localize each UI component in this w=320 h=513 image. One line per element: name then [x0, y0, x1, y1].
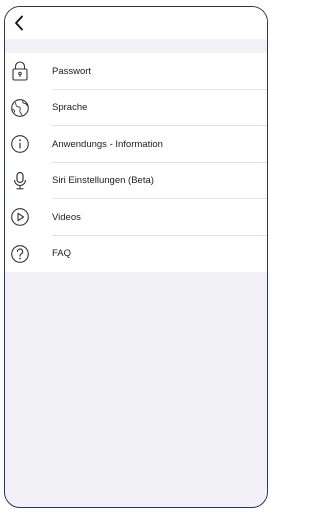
- question-icon: [10, 244, 30, 264]
- menu-item-label: Videos: [52, 211, 81, 223]
- menu-item-app-information[interactable]: Anwendungs - Information: [5, 126, 267, 163]
- menu-item-language[interactable]: Sprache: [5, 90, 267, 126]
- menu-item-videos[interactable]: Videos: [5, 199, 267, 236]
- settings-menu-list: Passwort Sprache Anwendungs - Informatio…: [5, 53, 267, 272]
- section-gap: [5, 39, 267, 49]
- menu-item-label: Anwendungs - Information: [52, 138, 163, 150]
- back-button[interactable]: [11, 14, 27, 32]
- menu-item-label: Sprache: [52, 102, 88, 114]
- menu-item-label: Passwort: [52, 65, 92, 77]
- app-frame: Passwort Sprache Anwendungs - Informatio…: [4, 6, 268, 508]
- menu-item-password[interactable]: Passwort: [5, 53, 267, 90]
- nav-bar: [5, 7, 267, 39]
- info-icon: [10, 134, 30, 154]
- globe-icon: [10, 98, 30, 118]
- menu-item-siri-settings[interactable]: Siri Einstellungen (Beta): [5, 163, 267, 199]
- menu-item-label: FAQ: [52, 248, 72, 260]
- menu-item-faq[interactable]: FAQ: [5, 236, 267, 273]
- lock-icon: [10, 61, 30, 81]
- play-icon: [10, 207, 30, 227]
- chevron-left-icon: [15, 15, 23, 31]
- menu-item-label: Siri Einstellungen (Beta): [52, 175, 154, 187]
- microphone-icon: [10, 171, 30, 191]
